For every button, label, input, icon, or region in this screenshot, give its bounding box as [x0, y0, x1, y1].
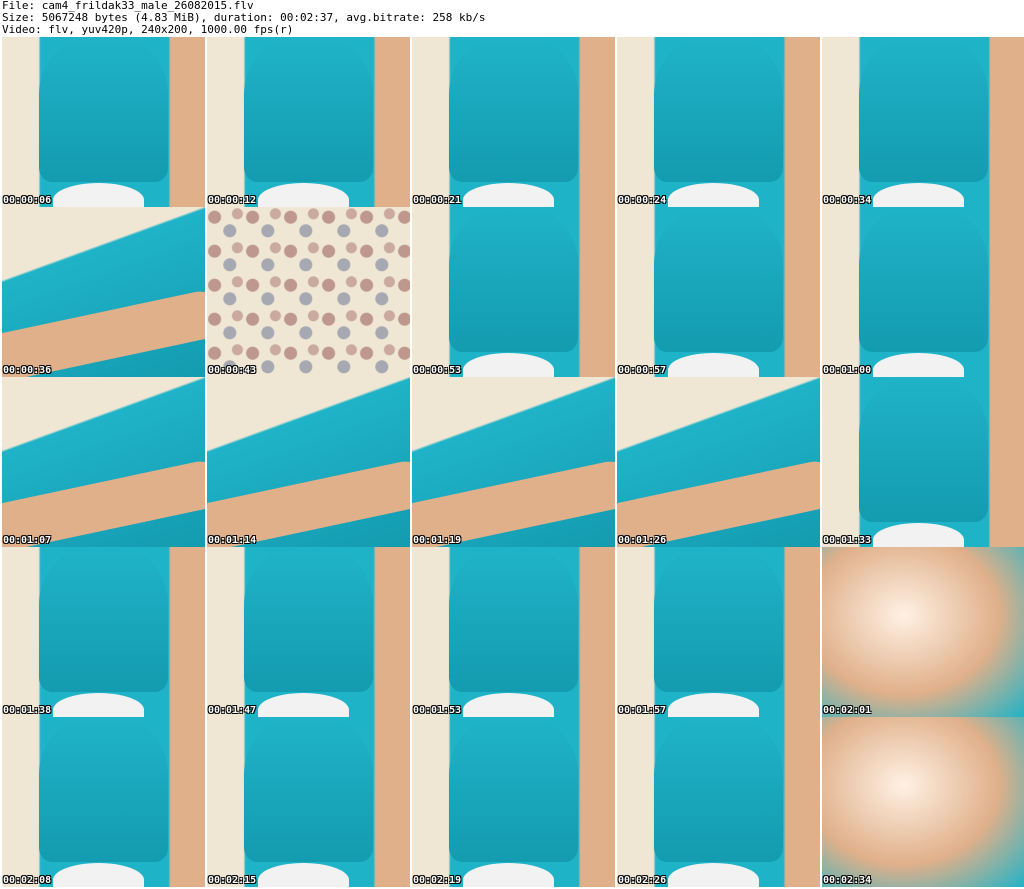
frame-image — [822, 207, 1024, 377]
timestamp-label: 00:01:14 — [208, 535, 257, 546]
thumbnail-frame: 00:01:19 — [412, 377, 615, 547]
timestamp-label: 00:00:57 — [618, 365, 667, 376]
frame-image — [617, 207, 820, 377]
frame-image — [412, 547, 615, 717]
thumbnail-frame: 00:01:07 — [2, 377, 205, 547]
thumbnail-frame: 00:02:15 — [207, 717, 410, 887]
frame-image — [207, 37, 410, 207]
timestamp-label: 00:02:34 — [823, 875, 872, 886]
timestamp-label: 00:01:47 — [208, 705, 257, 716]
thumbnail-frame: 00:00:53 — [412, 207, 615, 377]
thumbnail-frame: 00:00:12 — [207, 37, 410, 207]
thumbnail-frame: 00:00:36 — [2, 207, 205, 377]
frame-image — [412, 717, 615, 887]
thumbnail-grid: 00:00:06 00:00:12 00:00:21 00:00:24 00:00:34… — [2, 37, 1024, 887]
frame-image — [207, 717, 410, 887]
frame-image — [412, 207, 615, 377]
timestamp-label: 00:00:06 — [3, 195, 52, 206]
frame-image — [822, 547, 1024, 717]
frame-image — [2, 377, 205, 547]
thumbnail-frame: 00:01:26 — [617, 377, 820, 547]
timestamp-label: 00:00:36 — [3, 365, 52, 376]
timestamp-label: 00:00:24 — [618, 195, 667, 206]
timestamp-label: 00:01:38 — [3, 705, 52, 716]
timestamp-label: 00:00:21 — [413, 195, 462, 206]
thumbnail-frame: 00:01:00 — [822, 207, 1024, 377]
frame-image — [2, 37, 205, 207]
timestamp-label: 00:01:33 — [823, 535, 872, 546]
frame-image — [822, 37, 1024, 207]
frame-image — [2, 547, 205, 717]
frame-image — [412, 37, 615, 207]
timestamp-label: 00:01:00 — [823, 365, 872, 376]
thumbnail-frame: 00:02:08 — [2, 717, 205, 887]
frame-image — [822, 377, 1024, 547]
thumbnail-frame: 00:01:14 — [207, 377, 410, 547]
thumbnail-frame: 00:00:57 — [617, 207, 820, 377]
frame-image — [617, 377, 820, 547]
timestamp-label: 00:02:26 — [618, 875, 667, 886]
timestamp-label: 00:02:08 — [3, 875, 52, 886]
thumbnail-frame: 00:01:38 — [2, 547, 205, 717]
thumbnail-frame: 00:02:26 — [617, 717, 820, 887]
frame-image — [822, 717, 1024, 887]
frame-image — [207, 547, 410, 717]
timestamp-label: 00:01:26 — [618, 535, 667, 546]
timestamp-label: 00:01:19 — [413, 535, 462, 546]
timestamp-label: 00:00:34 — [823, 195, 872, 206]
timestamp-label: 00:01:53 — [413, 705, 462, 716]
thumbnail-frame: 00:01:47 — [207, 547, 410, 717]
thumbnail-frame: 00:00:34 — [822, 37, 1024, 207]
thumbnail-frame: 00:02:01 — [822, 547, 1024, 717]
thumbnail-frame: 00:02:19 — [412, 717, 615, 887]
timestamp-label: 00:02:15 — [208, 875, 257, 886]
thumbnail-frame: 00:01:53 — [412, 547, 615, 717]
timestamp-label: 00:00:12 — [208, 195, 257, 206]
frame-image — [617, 37, 820, 207]
timestamp-label: 00:00:43 — [208, 365, 257, 376]
timestamp-label: 00:02:01 — [823, 705, 872, 716]
frame-image — [207, 377, 410, 547]
frame-image — [207, 207, 410, 377]
frame-image — [617, 717, 820, 887]
metadata-header: File: cam4_frildak33_male_26082015.flv S… — [2, 0, 1022, 36]
timestamp-label: 00:00:53 — [413, 365, 462, 376]
video-info-line: Video: flv, yuv420p, 240x200, 1000.00 fp… — [2, 23, 294, 36]
thumbnail-frame: 00:02:34 — [822, 717, 1024, 887]
timestamp-label: 00:01:57 — [618, 705, 667, 716]
thumbnail-frame: 00:00:24 — [617, 37, 820, 207]
thumbnail-frame: 00:00:06 — [2, 37, 205, 207]
thumbnail-frame: 00:00:43 — [207, 207, 410, 377]
thumbnail-frame: 00:01:57 — [617, 547, 820, 717]
timestamp-label: 00:02:19 — [413, 875, 462, 886]
thumbnail-frame: 00:01:33 — [822, 377, 1024, 547]
frame-image — [617, 547, 820, 717]
timestamp-label: 00:01:07 — [3, 535, 52, 546]
frame-image — [412, 377, 615, 547]
thumbnail-frame: 00:00:21 — [412, 37, 615, 207]
frame-image — [2, 717, 205, 887]
frame-image — [2, 207, 205, 377]
